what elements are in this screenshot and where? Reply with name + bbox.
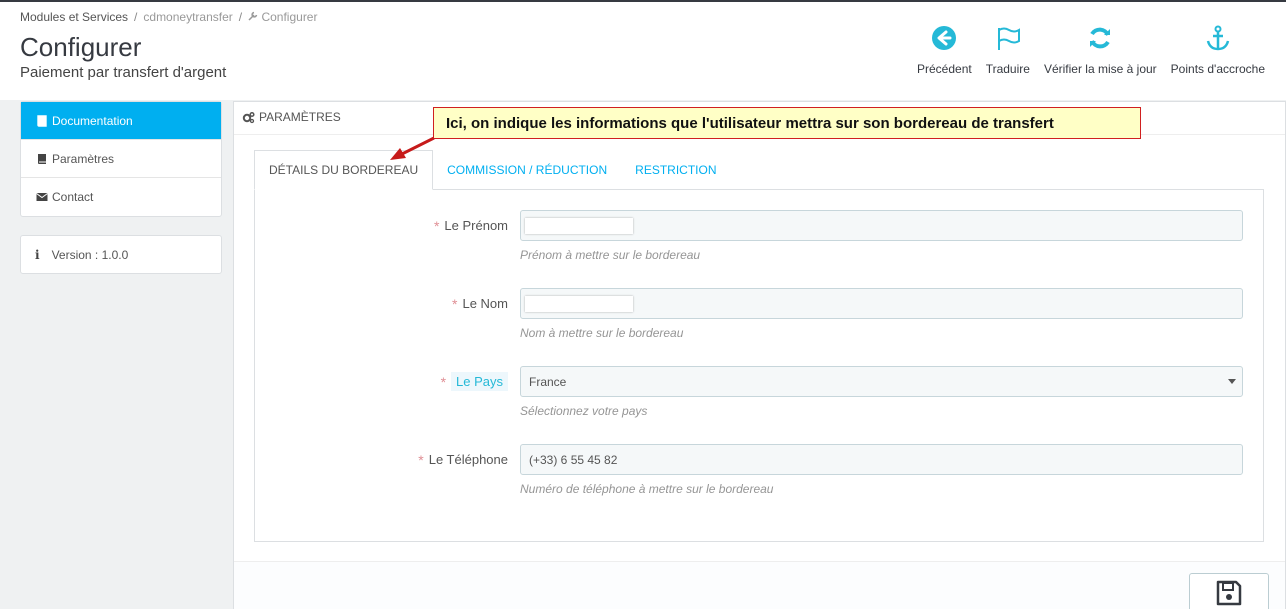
panel-heading: PARAMÈTRES xyxy=(242,110,341,124)
sidebar: Documentation Paramètres Contact xyxy=(20,101,222,217)
country-help: Sélectionnez votre pays xyxy=(520,404,648,418)
toolbar: Précédent Traduire Vérifier la mise à jo… xyxy=(910,24,1272,76)
sidebar-item-label: Contact xyxy=(52,190,94,204)
flag-icon xyxy=(997,27,1020,50)
hooks-button[interactable]: Points d'accroche xyxy=(1164,24,1272,76)
floppy-disk-icon xyxy=(1216,580,1242,606)
breadcrumb-separator: / xyxy=(134,10,138,24)
country-select[interactable]: France xyxy=(520,366,1243,397)
cogs-icon xyxy=(242,111,255,123)
check-update-button[interactable]: Vérifier la mise à jour xyxy=(1037,24,1164,76)
info-icon: i xyxy=(35,247,40,262)
hooks-button-label: Points d'accroche xyxy=(1170,62,1266,76)
redacted-value xyxy=(525,296,633,312)
lastname-input[interactable] xyxy=(520,288,1243,319)
firstname-help: Prénom à mettre sur le bordereau xyxy=(520,248,701,262)
check-update-label: Vérifier la mise à jour xyxy=(1043,62,1157,76)
phone-input[interactable]: (+33) 6 55 45 82 xyxy=(520,444,1243,475)
redacted-value xyxy=(525,218,633,234)
firstname-label-text: Le Prénom xyxy=(444,218,508,233)
phone-label: * Le Téléphone xyxy=(418,444,508,475)
tabs: DÉTAILS DU BORDEREAU COMMISSION / RÉDUCT… xyxy=(254,150,731,190)
page-subtitle: Paiement par transfert d'argent xyxy=(20,64,227,81)
caret-down-icon xyxy=(1228,379,1236,384)
annotation-callout: Ici, on indique les informations que l'u… xyxy=(433,107,1141,139)
required-mark: * xyxy=(433,217,440,234)
country-label-text: Le Pays xyxy=(451,372,508,391)
country-label: * Le Pays xyxy=(441,366,508,397)
breadcrumb: Modules et Services / cdmoneytransfer / … xyxy=(20,10,317,24)
panel-footer xyxy=(234,561,1285,609)
envelope-icon xyxy=(36,193,48,201)
sidebar-item-label: Paramètres xyxy=(52,151,115,166)
breadcrumb-module[interactable]: cdmoneytransfer xyxy=(143,10,232,24)
arrow-circle-left-icon xyxy=(932,26,957,50)
page-header: Modules et Services / cdmoneytransfer / … xyxy=(0,0,1286,100)
tab-restriction[interactable]: RESTRICTION xyxy=(621,150,730,190)
required-mark: * xyxy=(440,373,447,390)
breadcrumb-modules[interactable]: Modules et Services xyxy=(20,10,128,24)
tab-content: * Le Prénom Prénom à mettre sur le borde… xyxy=(254,189,1264,542)
settings-panel: PARAMÈTRES DÉTAILS DU BORDEREAU COMMISSI… xyxy=(233,101,1286,609)
phone-value: (+33) 6 55 45 82 xyxy=(529,452,618,467)
wrench-icon xyxy=(248,11,258,21)
country-value: France xyxy=(529,374,567,389)
anchor-icon xyxy=(1206,25,1230,51)
sidebar-item-label: Documentation xyxy=(52,113,133,128)
breadcrumb-current-label: Configurer xyxy=(261,10,318,24)
version-box: i Version : 1.0.0 xyxy=(20,235,222,274)
translate-button[interactable]: Traduire xyxy=(979,24,1037,76)
phone-label-text: Le Téléphone xyxy=(428,452,508,467)
lastname-help: Nom à mettre sur le bordereau xyxy=(520,326,684,340)
lastname-label-text: Le Nom xyxy=(462,296,508,311)
book-icon xyxy=(38,153,46,164)
breadcrumb-separator: / xyxy=(238,10,243,24)
back-button-label: Précédent xyxy=(917,62,972,76)
sidebar-item-documentation[interactable]: Documentation xyxy=(21,102,221,140)
page-title: Configurer xyxy=(20,32,142,62)
book-icon xyxy=(37,114,47,127)
sidebar-item-parametres[interactable]: Paramètres xyxy=(21,140,221,178)
lastname-label: * Le Nom xyxy=(452,288,508,319)
callout-arrow-icon xyxy=(390,136,435,160)
tab-commission-reduction[interactable]: COMMISSION / RÉDUCTION xyxy=(433,150,621,190)
sidebar-item-contact[interactable]: Contact xyxy=(21,178,221,216)
save-button[interactable] xyxy=(1189,573,1269,609)
version-label: Version : 1.0.0 xyxy=(51,247,129,262)
back-button[interactable]: Précédent xyxy=(910,24,979,76)
firstname-label: * Le Prénom xyxy=(434,210,508,241)
firstname-input[interactable] xyxy=(520,210,1243,241)
translate-button-label: Traduire xyxy=(985,62,1030,76)
panel-heading-label: PARAMÈTRES xyxy=(259,110,341,124)
breadcrumb-current: Configurer xyxy=(248,10,317,24)
required-mark: * xyxy=(418,451,424,468)
refresh-icon xyxy=(1090,27,1111,49)
phone-help: Numéro de téléphone à mettre sur le bord… xyxy=(520,482,774,496)
required-mark: * xyxy=(452,295,458,312)
